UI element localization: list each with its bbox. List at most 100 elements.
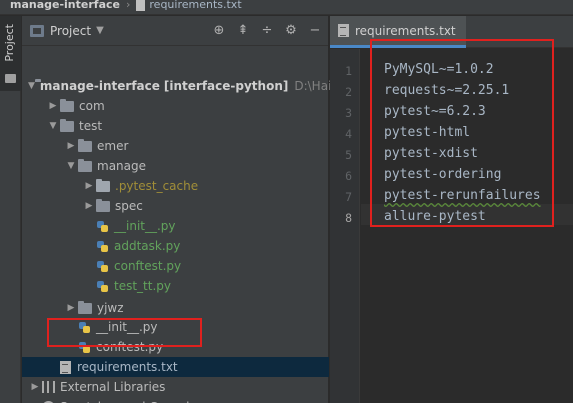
folder-icon xyxy=(60,118,74,132)
tree-item-label: manage xyxy=(97,159,147,173)
tree-item[interactable]: ▶ yjwz xyxy=(22,298,329,318)
code-line[interactable]: requests~=2.25.1 xyxy=(384,83,509,98)
tree-item-label: spec xyxy=(115,199,143,213)
chevron-right-icon[interactable]: ▶ xyxy=(64,141,78,151)
tree-item-label: conftest.py xyxy=(114,259,182,273)
tree-item[interactable]: ▼ manage xyxy=(22,156,329,176)
line-number: 5 xyxy=(345,148,352,162)
project-panel-header: Project ▼ ⊕ ⇞ ÷ ⚙ − xyxy=(22,16,328,46)
tree-item-label: conftest.py xyxy=(96,340,164,354)
project-tool-tab-label: Project xyxy=(3,24,16,62)
editor-tab-bar: requirements.txt xyxy=(330,16,573,48)
chevron-right-icon[interactable]: ▶ xyxy=(28,382,42,392)
python-file-icon xyxy=(96,240,109,253)
chevron-right-icon[interactable]: ▶ xyxy=(64,303,78,313)
code-line[interactable]: pytest-ordering xyxy=(384,167,501,182)
python-file-icon xyxy=(96,220,109,233)
line-number-gutter[interactable]: 1 2 3 4 5 6 7 8 xyxy=(330,49,360,403)
chevron-down-icon[interactable]: ▼ xyxy=(28,81,35,91)
tree-item-label: manage-interface xyxy=(39,79,160,93)
tree-item-label: com xyxy=(79,99,105,113)
tree-item[interactable]: conftest.py xyxy=(22,337,329,357)
tree-item[interactable]: __init__.py xyxy=(22,317,329,337)
tree-item[interactable]: ▶ spec xyxy=(22,196,329,216)
line-number: 8 xyxy=(345,211,352,225)
tree-item-label: yjwz xyxy=(97,301,124,315)
tree-item-label: External Libraries xyxy=(60,380,166,394)
code-line[interactable]: pytest-xdist xyxy=(384,146,478,161)
folder-icon xyxy=(96,198,110,212)
chevron-down-icon[interactable]: ▼ xyxy=(96,25,104,36)
line-number: 3 xyxy=(345,106,352,120)
line-number: 7 xyxy=(345,190,352,204)
module-name-label: [interface-python] xyxy=(163,79,289,93)
project-panel: Project ▼ ⊕ ⇞ ÷ ⚙ − ▼ manage-interface [in… xyxy=(22,16,332,403)
line-number: 2 xyxy=(345,85,352,99)
tree-item[interactable]: test_tt.py xyxy=(22,276,329,296)
line-number: 1 xyxy=(345,64,352,78)
code-line[interactable]: pytest~=6.2.3 xyxy=(384,104,486,119)
code-line[interactable]: pytest-rerunfailures xyxy=(384,188,541,203)
python-file-icon xyxy=(96,260,109,273)
tree-item[interactable]: ▶ emer xyxy=(22,136,329,156)
chevron-right-icon[interactable]: ▶ xyxy=(46,101,60,111)
minimize-icon[interactable]: − xyxy=(306,21,324,39)
chevron-right-icon[interactable]: ▶ xyxy=(82,181,96,191)
library-icon xyxy=(42,381,55,393)
chevron-down-icon[interactable]: ▼ xyxy=(64,161,78,171)
tree-item[interactable]: ▼ manage-interface [interface-python] D:\Ha… xyxy=(22,76,332,96)
python-file-icon xyxy=(96,280,109,293)
code-line[interactable]: pytest-html xyxy=(384,125,470,140)
gear-icon[interactable]: ⚙ xyxy=(282,21,300,39)
project-tool-tab[interactable]: Project xyxy=(0,16,21,91)
editor-tab-requirements[interactable]: requirements.txt xyxy=(330,16,466,48)
tree-item-label: emer xyxy=(97,139,129,153)
tool-window-strip: Project xyxy=(0,16,21,403)
breadcrumb-separator-icon: › xyxy=(125,0,131,11)
line-number: 6 xyxy=(345,169,352,183)
tree-item[interactable]: requirements.txt xyxy=(22,357,329,377)
chevron-right-icon[interactable]: ▶ xyxy=(82,201,96,211)
project-view-selector[interactable]: Project xyxy=(50,24,91,38)
folder-icon xyxy=(96,178,110,192)
target-icon[interactable]: ⊕ xyxy=(210,21,228,39)
tree-item[interactable]: ▶ com xyxy=(22,96,329,116)
tree-item[interactable]: Scratches and Consoles xyxy=(22,397,329,403)
code-line[interactable]: allure-pytest xyxy=(384,209,486,224)
tree-item-label: test xyxy=(79,119,103,133)
folder-icon xyxy=(78,158,92,172)
breadcrumb-project[interactable]: manage-interface xyxy=(10,0,120,11)
line-number: 4 xyxy=(345,127,352,141)
tree-item[interactable]: conftest.py xyxy=(22,256,329,276)
folder-icon xyxy=(60,98,74,112)
tree-item[interactable]: ▼ test xyxy=(22,116,329,136)
folder-icon xyxy=(5,74,16,83)
tree-item[interactable]: addtask.py xyxy=(22,236,329,256)
project-path-label: D:\Hai xyxy=(294,79,332,93)
tree-item[interactable]: ▶ .pytest_cache xyxy=(22,176,329,196)
tree-item-label: requirements.txt xyxy=(77,360,178,374)
tree-item-label: __init__.py xyxy=(114,219,176,233)
breadcrumb-file[interactable]: requirements.txt xyxy=(149,0,241,11)
folder-icon xyxy=(78,138,92,152)
tree-item-label: __init__.py xyxy=(96,320,158,334)
text-file-icon xyxy=(60,360,71,374)
text-file-icon xyxy=(136,0,146,11)
editor-area: requirements.txt 1 2 3 4 5 6 7 8 PyMySQL~=1.0.2… xyxy=(330,16,573,403)
project-view-icon xyxy=(30,24,44,37)
tree-item-label: .pytest_cache xyxy=(115,179,199,193)
navigation-breadcrumb: manage-interface › requirements.txt xyxy=(0,0,573,15)
tree-item[interactable]: ▶ External Libraries xyxy=(22,377,329,397)
collapse-all-icon[interactable]: ⇞ xyxy=(234,21,252,39)
folder-icon xyxy=(78,300,92,314)
tree-item[interactable]: __init__.py xyxy=(22,216,329,236)
text-file-icon xyxy=(338,24,349,37)
tree-item-label: addtask.py xyxy=(114,239,181,253)
tree-item-label: test_tt.py xyxy=(114,279,171,293)
chevron-down-icon[interactable]: ▼ xyxy=(46,121,60,131)
expand-icon[interactable]: ÷ xyxy=(258,21,276,39)
python-file-icon xyxy=(78,321,91,334)
code-line[interactable]: PyMySQL~=1.0.2 xyxy=(384,62,494,77)
editor-tab-label: requirements.txt xyxy=(355,23,456,38)
panel-toolbar: ⊕ ⇞ ÷ ⚙ − xyxy=(210,21,324,39)
